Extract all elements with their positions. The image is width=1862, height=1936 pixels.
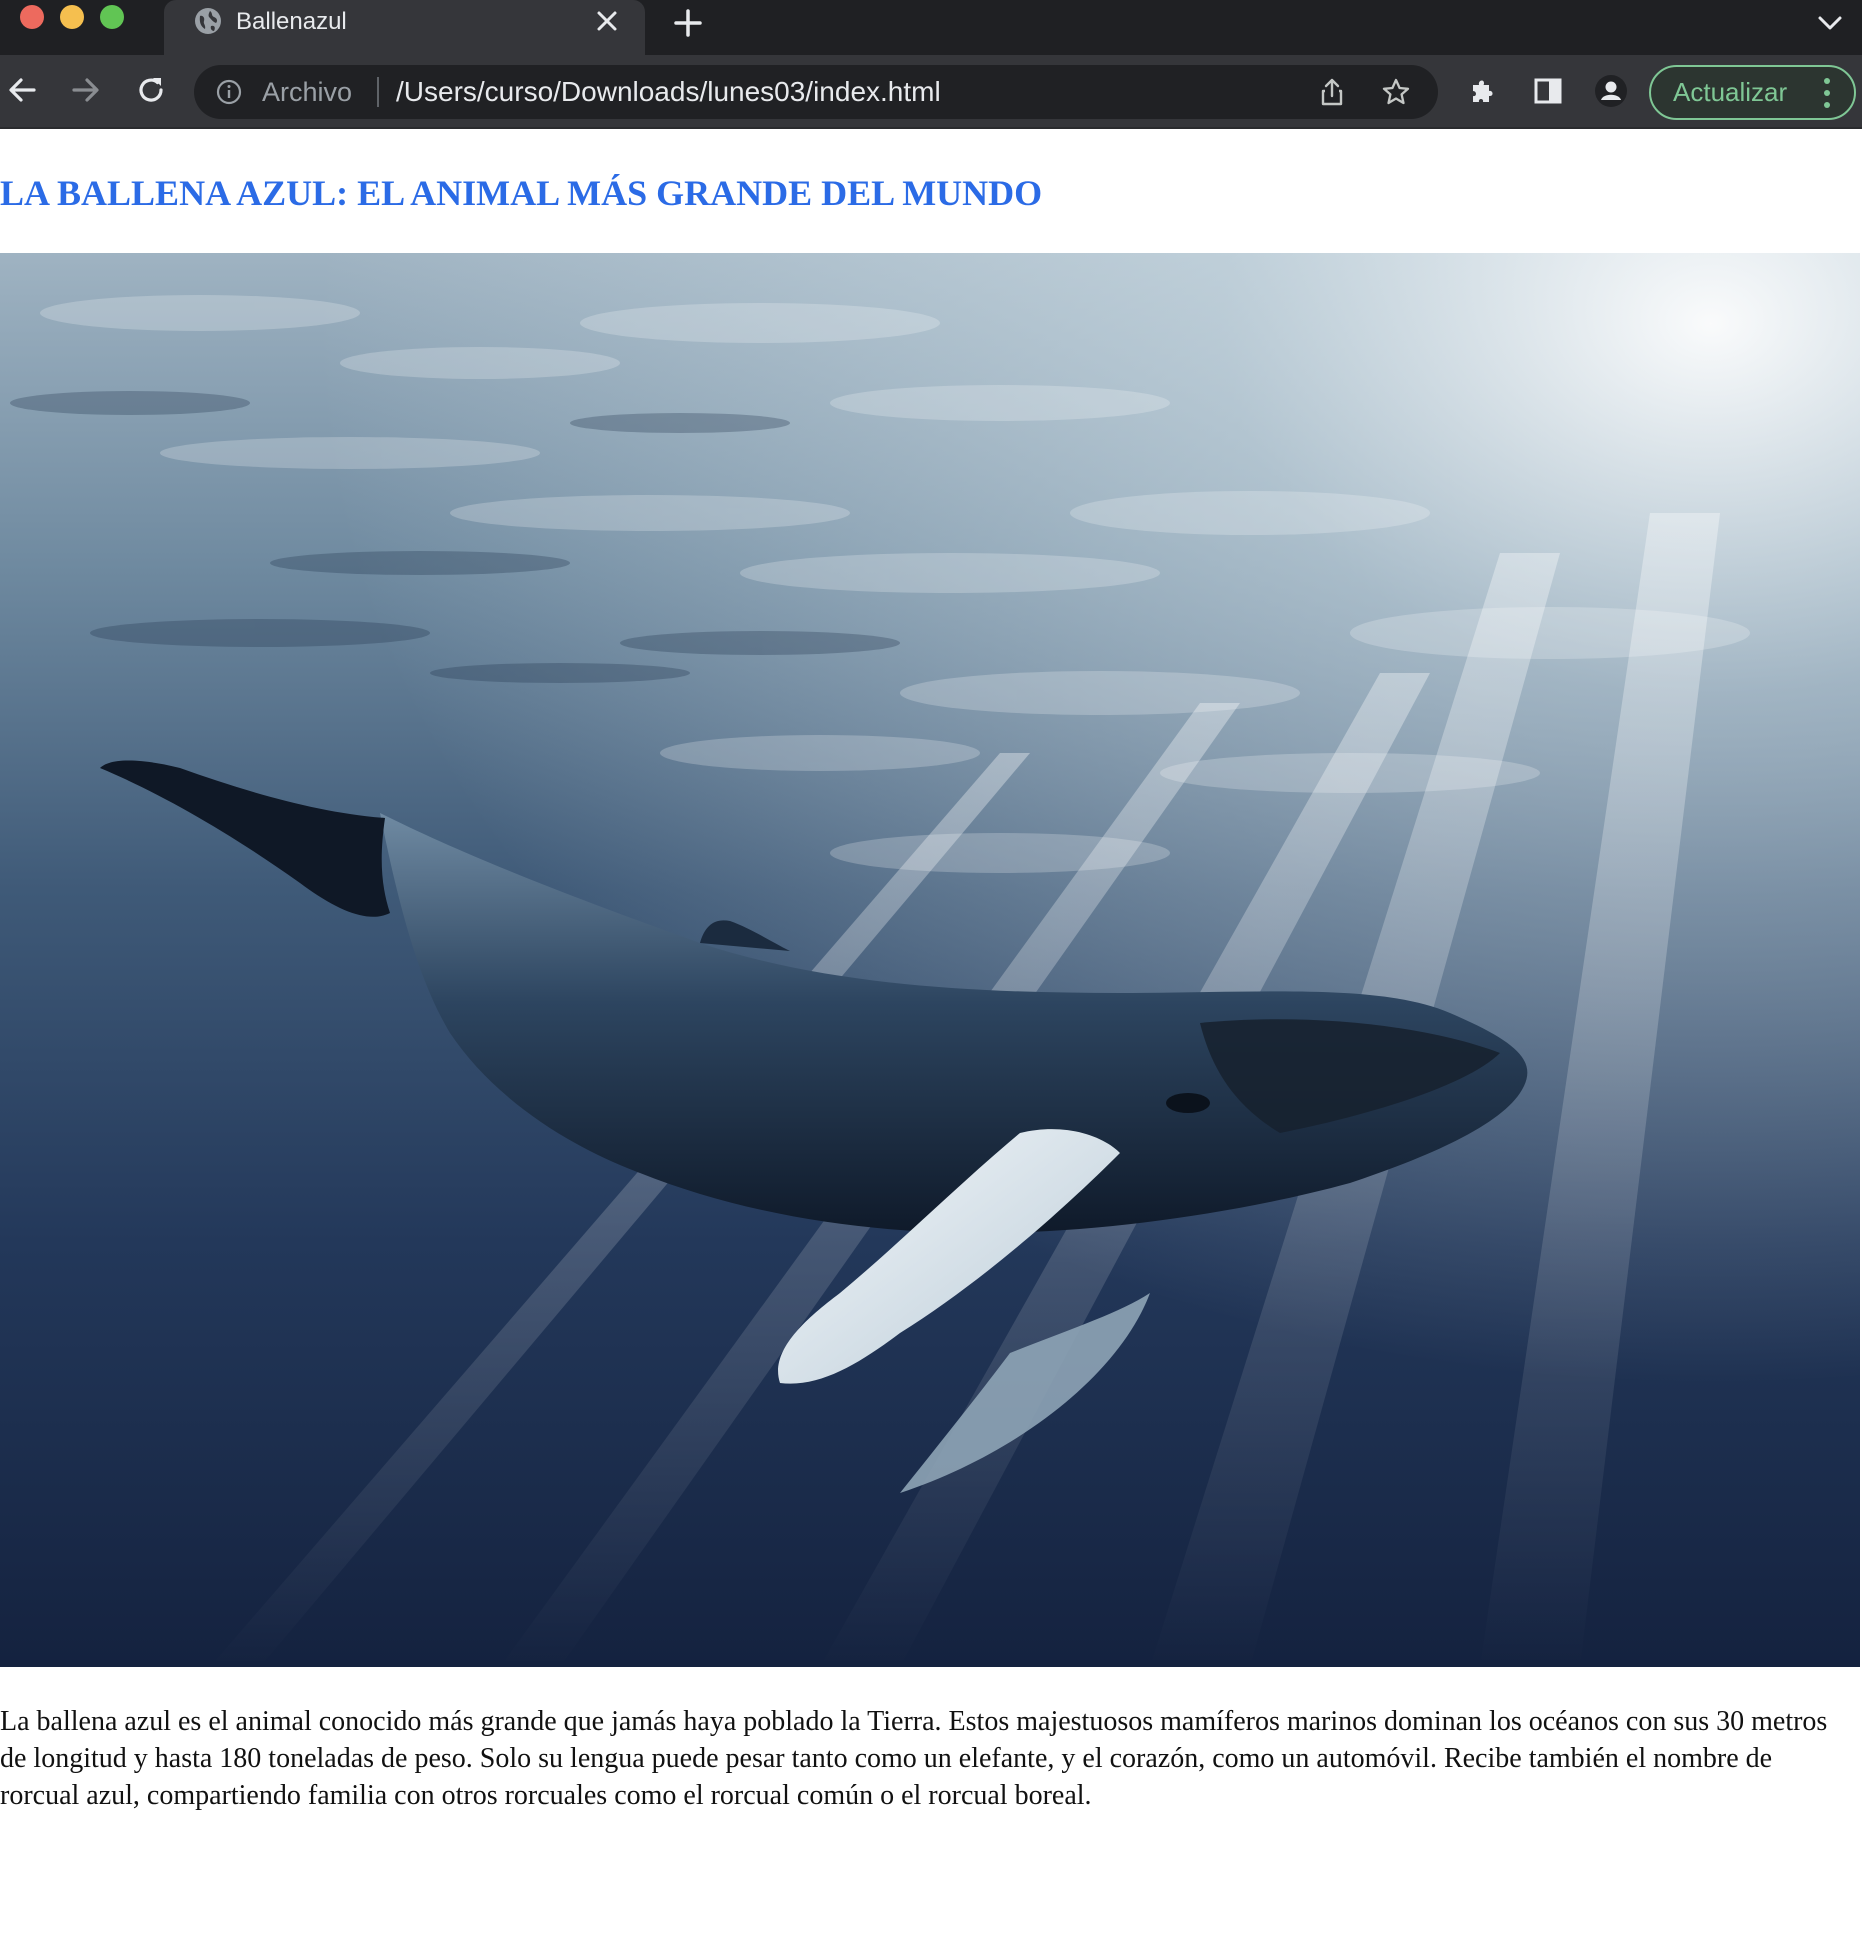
page-title: LA BALLENA AZUL: EL ANIMAL MÁS GRANDE DE… — [0, 173, 1043, 213]
whale-photo — [0, 253, 1860, 1667]
active-tab[interactable]: Ballenazul — [164, 0, 645, 55]
share-icon[interactable] — [1317, 77, 1347, 107]
minimize-window-button[interactable] — [60, 5, 84, 29]
tab-strip: Ballenazul — [0, 0, 1862, 55]
profile-icon[interactable] — [1594, 74, 1628, 108]
page-content: LA BALLENA AZUL: EL ANIMAL MÁS GRANDE DE… — [0, 131, 1862, 1936]
kebab-menu-icon[interactable] — [1823, 77, 1831, 109]
maximize-window-button[interactable] — [100, 5, 124, 29]
update-button[interactable]: Actualizar — [1649, 65, 1856, 120]
browser-toolbar: Archivo /Users/curso/Downloads/lunes03/i… — [0, 55, 1862, 129]
close-window-button[interactable] — [20, 5, 44, 29]
update-button-label: Actualizar — [1673, 77, 1788, 107]
info-icon[interactable] — [216, 79, 242, 105]
plus-icon[interactable] — [672, 7, 704, 39]
address-separator — [377, 77, 379, 107]
address-bar[interactable]: Archivo /Users/curso/Downloads/lunes03/i… — [194, 65, 1438, 119]
page-paragraph: La ballena azul es el animal conocido má… — [0, 1706, 1828, 1811]
arrow-right-icon[interactable] — [68, 72, 104, 108]
arrow-left-icon[interactable] — [4, 72, 40, 108]
globe-icon — [195, 8, 221, 34]
close-icon[interactable] — [594, 8, 620, 34]
tab-title: Ballenazul — [236, 8, 347, 35]
puzzle-icon[interactable] — [1467, 74, 1501, 108]
chevron-down-icon[interactable] — [1815, 10, 1845, 36]
security-label[interactable]: Archivo — [262, 65, 352, 119]
reload-icon[interactable] — [133, 72, 169, 108]
star-icon[interactable] — [1381, 77, 1411, 107]
side-panel-icon[interactable] — [1531, 74, 1565, 108]
url-text[interactable]: /Users/curso/Downloads/lunes03/index.htm… — [396, 65, 941, 119]
